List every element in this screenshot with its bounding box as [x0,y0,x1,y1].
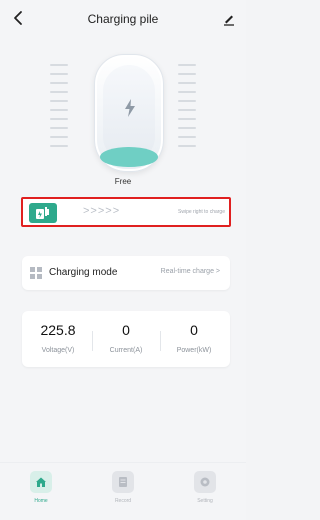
swipe-knob[interactable] [29,203,57,223]
setting-icon [194,471,216,493]
charging-mode-row[interactable]: Charging mode Real-time charge > [22,256,230,290]
nav-label-setting: Setting [197,498,213,504]
current-value: 0 [122,322,130,338]
nav-item-home[interactable]: Home [0,471,82,517]
home-icon [30,471,52,493]
swipe-chevrons: >>>>> [83,205,121,217]
grid-icon [30,267,42,279]
power-stat: 0 Power(kW) [160,311,228,367]
charger-icon [36,207,49,219]
power-value: 0 [190,322,198,338]
voltage-label: Voltage(V) [41,347,75,354]
page-title: Charging pile [87,12,159,26]
power-label: Power(kW) [176,347,212,354]
header: Charging pile [0,0,246,40]
indicator-ticks-left [50,64,68,164]
charging-pile-screen [100,65,158,167]
charging-mode-value[interactable]: Real-time charge > [161,268,220,275]
indicator-ticks-right [178,64,196,164]
stats-card: 225.8 Voltage(V) 0 Current(A) 0 Power(kW… [22,311,230,367]
bottom-nav: Home Record Setting [0,462,246,520]
swipe-hint: Swipe right to charge [178,209,225,215]
current-label: Current(A) [109,347,143,354]
charging-pile-illustration [50,40,196,180]
nav-label-record: Record [114,498,132,504]
pencil-icon[interactable] [222,12,238,28]
charging-pile-body [94,54,164,172]
current-stat: 0 Current(A) [92,311,160,367]
charging-mode-label: Charging mode [49,267,118,278]
nav-item-setting[interactable]: Setting [164,471,246,517]
lightning-bolt-icon [125,99,135,117]
app-screen: Charging pile Free >>>>> Swipe right to … [0,0,246,520]
voltage-stat: 225.8 Voltage(V) [24,311,92,367]
charging-pile-glow [100,147,158,167]
voltage-value: 225.8 [40,322,76,338]
record-icon [112,471,134,493]
nav-label-home: Home [34,498,48,504]
nav-item-record[interactable]: Record [82,471,164,517]
swipe-to-charge-slider[interactable]: >>>>> Swipe right to charge [21,197,231,227]
pile-status: Free [114,177,132,186]
